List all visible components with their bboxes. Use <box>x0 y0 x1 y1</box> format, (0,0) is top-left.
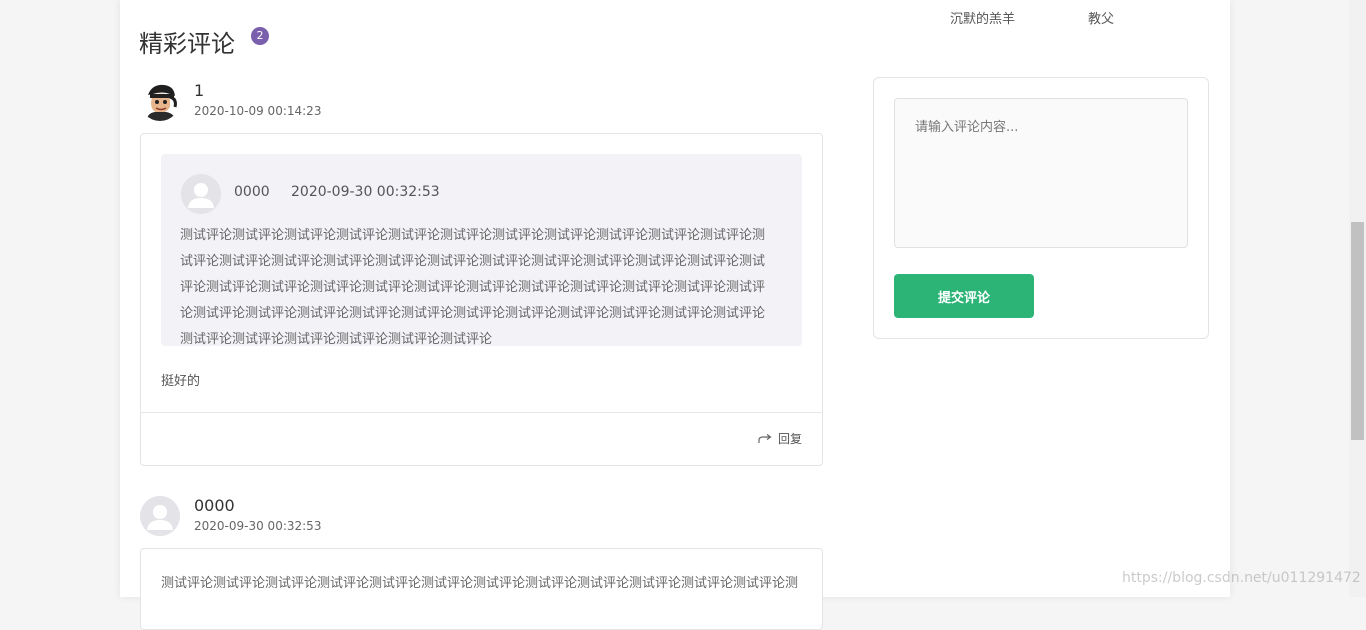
comment-author[interactable]: 0000 <box>194 496 235 515</box>
comment-input[interactable] <box>894 98 1188 248</box>
reply-arrow-icon <box>758 433 773 444</box>
watermark: https://blog.csdn.net/u011291472 <box>1122 570 1361 586</box>
default-user-icon[interactable] <box>140 496 180 536</box>
comment-text: 挺好的 <box>161 374 201 389</box>
related-link-1[interactable]: 沉默的羔羊 <box>950 8 1015 27</box>
page-container: 沉默的羔羊 教父 精彩评论 2 1 2020-10-09 00:14:23 00… <box>120 0 1230 630</box>
card-divider <box>141 412 822 413</box>
quoted-author[interactable]: 0000 <box>234 184 270 200</box>
quoted-comment: 0000 2020-09-30 00:32:53 测试评论测试评论测试评论测试评… <box>161 154 802 347</box>
cartoon-avatar-icon[interactable] <box>140 81 180 121</box>
comment-card: 0000 2020-09-30 00:32:53 测试评论测试评论测试评论测试评… <box>140 133 823 466</box>
comment-date: 2020-10-09 00:14:23 <box>194 104 322 118</box>
comment-card: 测试评论测试评论测试评论测试评论测试评论测试评论测试评论测试评论测试评论测试评论… <box>140 548 823 630</box>
quoted-date: 2020-09-30 00:32:53 <box>291 184 440 200</box>
comment-text: 测试评论测试评论测试评论测试评论测试评论测试评论测试评论测试评论测试评论测试评论… <box>161 576 799 591</box>
scrollbar-thumb[interactable] <box>1351 222 1364 440</box>
quoted-text: 测试评论测试评论测试评论测试评论测试评论测试评论测试评论测试评论测试评论测试评论… <box>180 228 766 347</box>
comment-author[interactable]: 1 <box>194 81 204 100</box>
submit-comment-button[interactable]: 提交评论 <box>894 274 1034 318</box>
comments-section-title: 精彩评论 <box>139 30 235 58</box>
comment-date: 2020-09-30 00:32:53 <box>194 519 322 533</box>
related-link-2[interactable]: 教父 <box>1088 8 1114 27</box>
comment-form: 提交评论 <box>873 77 1209 339</box>
reply-label: 回复 <box>777 432 802 446</box>
comment-count-badge: 2 <box>251 27 269 45</box>
reply-button[interactable]: 回复 <box>758 430 802 447</box>
page-scrollbar[interactable] <box>1349 0 1366 597</box>
default-user-icon[interactable] <box>181 174 221 214</box>
